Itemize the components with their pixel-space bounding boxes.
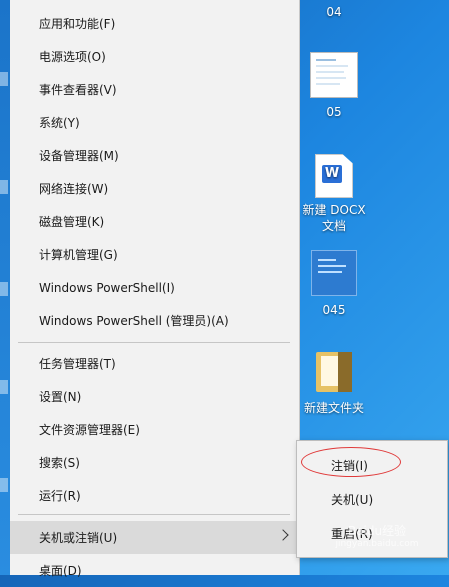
menu-item-search[interactable]: 搜索(S): [10, 446, 299, 479]
menu-item-settings[interactable]: 设置(N): [10, 380, 299, 413]
desktop-icon-label: 新建文件夹: [303, 401, 364, 415]
desktop-icon-label: 04: [326, 5, 342, 19]
menu-item-label: 网络连接(W): [39, 182, 109, 196]
menu-item-system[interactable]: 系统(Y): [10, 106, 299, 139]
menu-item-label: 桌面(D): [39, 564, 82, 578]
desktop-icon-045[interactable]: 045: [304, 250, 364, 318]
menu-item-label: 系统(Y): [39, 116, 80, 130]
menu-item-run[interactable]: 运行(R): [10, 479, 299, 512]
menu-item-file-explorer[interactable]: 文件资源管理器(E): [10, 413, 299, 446]
desktop-icon-docx[interactable]: W 新建 DOCX 文档: [296, 154, 372, 234]
menu-item-network-connections[interactable]: 网络连接(W): [10, 172, 299, 205]
menu-item-shutdown-signout[interactable]: 关机或注销(U): [10, 521, 299, 554]
menu-item-task-manager[interactable]: 任务管理器(T): [10, 347, 299, 380]
menu-item-label: 设备管理器(M): [39, 149, 119, 163]
menu-item-device-manager[interactable]: 设备管理器(M): [10, 139, 299, 172]
document-thumbnail-icon: [310, 52, 358, 98]
watermark-url: jingyan.baidu.com: [335, 539, 419, 549]
menu-item-desktop[interactable]: 桌面(D): [10, 554, 299, 587]
menu-item-label: 搜索(S): [39, 456, 80, 470]
desktop-icon-05[interactable]: 05: [304, 52, 364, 120]
menu-item-label: Windows PowerShell (管理员)(A): [39, 314, 229, 328]
menu-item-event-viewer[interactable]: 事件查看器(V): [10, 73, 299, 106]
desktop-icon-label: 05: [326, 105, 342, 119]
watermark-text: Baidu经验: [347, 524, 407, 538]
menu-item-label: 文件资源管理器(E): [39, 423, 140, 437]
menu-item-label: 设置(N): [39, 390, 82, 404]
menu-item-disk-management[interactable]: 磁盘管理(K): [10, 205, 299, 238]
menu-item-label: 磁盘管理(K): [39, 215, 105, 229]
icon-fragment: [0, 282, 8, 296]
menu-item-apps-features[interactable]: 应用和功能(F): [10, 7, 299, 40]
wps-writer-icon: W: [315, 154, 353, 198]
menu-item-label: 任务管理器(T): [39, 357, 116, 371]
menu-item-power-options[interactable]: 电源选项(O): [10, 40, 299, 73]
menu-item-powershell[interactable]: Windows PowerShell(I): [10, 271, 299, 304]
icon-fragment: [0, 478, 8, 492]
menu-item-label: 电源选项(O): [39, 50, 106, 64]
submenu-item-shutdown[interactable]: 关机(U): [297, 483, 447, 515]
submenu-item-label: 关机(U): [331, 492, 374, 507]
icon-fragment: [0, 72, 8, 86]
menu-item-label: 运行(R): [39, 489, 81, 503]
image-thumbnail-icon: [311, 250, 357, 296]
menu-item-label: 计算机管理(G): [39, 248, 118, 262]
menu-item-label: 事件查看器(V): [39, 83, 117, 97]
desktop-icon-new-folder[interactable]: 新建文件夹: [298, 352, 370, 416]
desktop-icon-label: 045: [322, 303, 346, 317]
desktop-icon-04[interactable]: 04: [308, 4, 360, 20]
menu-item-label: 应用和功能(F): [39, 17, 116, 31]
watermark: Baidu经验 jingyan.baidu.com: [312, 522, 442, 549]
desktop-icon-label: 新建 DOCX 文档: [302, 203, 366, 233]
desktop-left-edge: [0, 0, 10, 575]
menu-separator: [18, 514, 290, 515]
icon-fragment: [0, 380, 8, 394]
menu-item-powershell-admin[interactable]: Windows PowerShell (管理员)(A): [10, 304, 299, 337]
annotation-circle: [301, 447, 401, 477]
menu-item-label: Windows PowerShell(I): [39, 280, 175, 295]
chevron-right-icon: [277, 529, 289, 541]
menu-item-label: 关机或注销(U): [39, 531, 118, 545]
winx-menu: 应用和功能(F) 电源选项(O) 事件查看器(V) 系统(Y) 设备管理器(M)…: [10, 0, 300, 578]
icon-fragment: [0, 180, 8, 194]
menu-separator: [18, 342, 290, 343]
menu-item-computer-management[interactable]: 计算机管理(G): [10, 238, 299, 271]
folder-icon: [316, 352, 352, 392]
